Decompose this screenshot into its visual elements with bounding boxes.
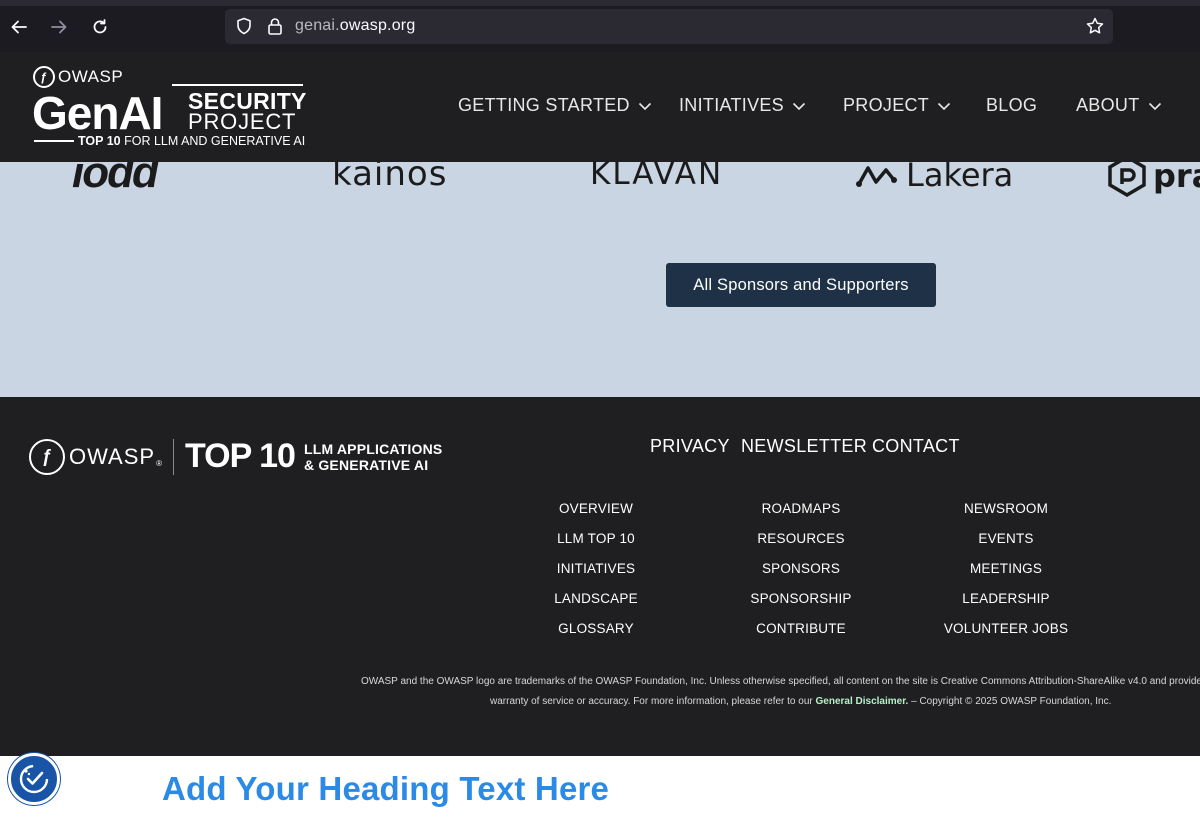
footer-link-contact[interactable]: CONTACT: [872, 436, 960, 457]
footer-link-privacy[interactable]: PRIVACY: [650, 436, 730, 457]
all-sponsors-button[interactable]: All Sponsors and Supporters: [666, 263, 936, 307]
footer-link[interactable]: EVENTS: [978, 531, 1033, 546]
footer-link[interactable]: SPONSORSHIP: [750, 591, 851, 606]
footer-link[interactable]: CONTRIBUTE: [756, 621, 846, 636]
back-button[interactable]: [5, 13, 33, 41]
footer-link[interactable]: LANDSCAPE: [554, 591, 638, 606]
chevron-down-icon: [638, 102, 651, 110]
accessibility-button[interactable]: [8, 753, 60, 805]
reload-button[interactable]: [86, 13, 114, 41]
site-header: ƒ OWASP GenAI SECURITY PROJECT TOP 10 FO…: [0, 52, 1200, 162]
chevron-down-icon: [938, 102, 951, 110]
footer-link[interactable]: LEADERSHIP: [962, 591, 1050, 606]
logo-divider: [173, 438, 174, 475]
tracking-shield-icon[interactable]: [234, 16, 254, 36]
footer-link[interactable]: NEWSROOM: [964, 501, 1048, 516]
hexagon-logo-icon: [1108, 162, 1146, 198]
footer-link[interactable]: INITIATIVES: [557, 561, 635, 576]
sponsors-section: iodd kainos KLAVAN Lakera pra All Sponso…: [0, 162, 1200, 397]
legal-text-line-2: warranty of service or accuracy. For mor…: [490, 696, 1112, 707]
nav-getting-started[interactable]: GETTING STARTED: [458, 95, 652, 116]
footer-link[interactable]: RESOURCES: [757, 531, 844, 546]
url-text[interactable]: genai.owasp.org: [295, 17, 415, 35]
sponsor-logo-lakera[interactable]: Lakera: [856, 162, 1013, 194]
forward-button[interactable]: [45, 13, 73, 41]
footer-link[interactable]: SPONSORS: [762, 561, 840, 576]
footer-link[interactable]: OVERVIEW: [559, 501, 633, 516]
reload-icon: [93, 19, 107, 34]
arrow-right-icon: [51, 20, 67, 34]
general-disclaimer-link[interactable]: General Disclaimer.: [816, 696, 909, 707]
sponsor-logo-iodd[interactable]: iodd: [72, 162, 159, 198]
nav-initiatives[interactable]: INITIATIVES: [679, 95, 806, 116]
sponsor-logo-klavan[interactable]: KLAVAN: [590, 162, 723, 192]
footer-link[interactable]: ROADMAPS: [762, 501, 841, 516]
footer-logo-subtitle: LLM APPLICATIONS & GENERATIVE AI: [303, 440, 443, 473]
sponsor-logo-pra[interactable]: pra: [1105, 162, 1200, 198]
nav-blog[interactable]: BLOG: [986, 95, 1037, 116]
chevron-down-icon: [792, 102, 806, 110]
wasp-icon: ƒ: [29, 438, 65, 475]
site-footer: ƒ OWASP ® TOP 10 LLM APPLICATIONS & GENE…: [0, 397, 1200, 756]
footer-link[interactable]: VOLUNTEER JOBS: [944, 621, 1068, 636]
footer-link[interactable]: MEETINGS: [970, 561, 1042, 576]
browser-toolbar: genai.owasp.org: [0, 0, 1200, 52]
lakera-mark-icon: [856, 166, 897, 187]
nav-project[interactable]: PROJECT: [843, 95, 951, 116]
footer-owasp-top10-logo[interactable]: ƒ OWASP ® TOP 10 LLM APPLICATIONS & GENE…: [29, 437, 442, 476]
main-nav: GETTING STARTED INITIATIVES PROJECT BLOG…: [0, 52, 1200, 162]
sponsor-logo-kainos[interactable]: kainos: [332, 162, 447, 194]
footer-link[interactable]: LLM TOP 10: [557, 531, 635, 546]
registered-mark: ®: [156, 459, 162, 468]
nav-about[interactable]: ABOUT: [1076, 95, 1162, 116]
bookmark-star-icon[interactable]: [1085, 16, 1105, 36]
legal-text-line-1: OWASP and the OWASP logo are trademarks …: [361, 676, 1200, 687]
footer-link-newsletter[interactable]: NEWSLETTER: [741, 436, 867, 457]
arrow-left-icon: [11, 20, 27, 34]
tab-strip-edge: [0, 0, 1200, 6]
placeholder-heading: Add Your Heading Text Here: [162, 770, 610, 807]
address-bar[interactable]: genai.owasp.org: [225, 9, 1113, 44]
accessibility-icon: [19, 764, 49, 794]
lock-icon[interactable]: [266, 16, 284, 36]
chevron-down-icon: [1148, 102, 1161, 110]
footer-link[interactable]: GLOSSARY: [558, 621, 634, 636]
